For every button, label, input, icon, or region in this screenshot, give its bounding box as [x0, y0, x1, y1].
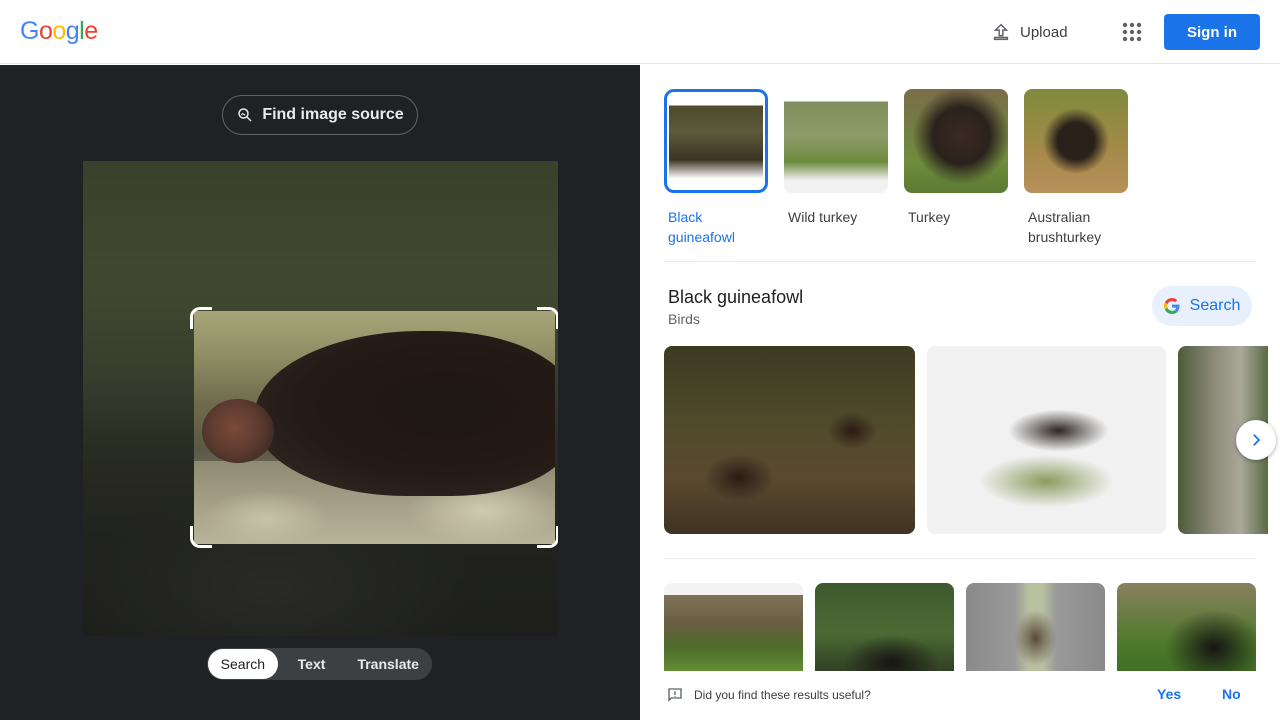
logo-letter: o — [52, 17, 66, 45]
visual-match-4[interactable] — [1117, 583, 1256, 683]
top-bar: Google Upload Sign in — [0, 0, 1280, 64]
chip-image — [904, 89, 1008, 193]
image-search-icon — [238, 108, 252, 122]
chip-thumbnail — [1024, 89, 1128, 193]
crop-handle-top-right[interactable] — [537, 307, 558, 329]
logo-letter: o — [38, 17, 53, 45]
upload-icon — [993, 23, 1009, 41]
chip-turkey[interactable]: Turkey — [904, 89, 1008, 247]
visual-match-1[interactable] — [664, 583, 803, 683]
chip-thumbnail — [904, 89, 1008, 193]
chip-wild-turkey[interactable]: Wild turkey — [784, 89, 888, 247]
find-image-source-label: Find image source — [262, 106, 404, 123]
visual-match-2[interactable] — [815, 583, 954, 683]
visual-match-3[interactable] — [966, 583, 1105, 683]
chip-label: Turkey — [908, 209, 951, 225]
tab-translate[interactable]: Translate — [345, 649, 431, 679]
crop-handle-top-left[interactable] — [190, 307, 212, 329]
google-g-icon — [1163, 298, 1180, 314]
query-image-panel: Find image source Search Text Translate — [0, 65, 640, 720]
chip-thumbnail — [784, 89, 888, 193]
chip-image — [784, 89, 888, 193]
upload-label: Upload — [1020, 23, 1068, 41]
logo-letter: e — [84, 17, 98, 45]
chip-australian-brushturkey[interactable]: Australian brushturkey — [1024, 89, 1128, 247]
query-image[interactable] — [83, 161, 558, 636]
upload-button[interactable]: Upload — [990, 18, 1068, 46]
apps-button[interactable] — [1120, 20, 1144, 44]
divider — [664, 261, 1256, 262]
feedback-yes-button[interactable]: Yes — [1157, 686, 1181, 702]
result-image-1[interactable] — [664, 346, 915, 534]
chip-black-guineafowl[interactable]: Black guineafowl — [664, 89, 768, 247]
logo-letter: G — [20, 17, 39, 45]
chip-image — [669, 94, 763, 188]
crop-selection[interactable] — [194, 311, 555, 544]
find-image-source-button[interactable]: Find image source — [222, 95, 418, 135]
result-image-2[interactable] — [927, 346, 1166, 534]
results-panel: Black guineafowl Wild turkey Turkey Aust… — [640, 65, 1280, 720]
tab-search[interactable]: Search — [208, 649, 278, 679]
chip-thumbnail — [664, 89, 768, 193]
apps-grid-icon — [1122, 22, 1142, 42]
chip-label: Wild turkey — [788, 209, 858, 225]
entity-title: Black guineafowl — [668, 287, 804, 307]
chip-image — [1024, 89, 1128, 193]
feedback-icon — [668, 688, 682, 702]
crop-handle-bottom-left[interactable] — [190, 526, 212, 548]
related-chips: Black guineafowl Wild turkey Turkey Aust… — [664, 89, 1128, 247]
crop-handle-bottom-right[interactable] — [537, 526, 558, 548]
chip-label: Black guineafowl — [668, 209, 735, 245]
entity-search-label: Search — [1189, 297, 1241, 314]
chip-label: Australian brushturkey — [1028, 209, 1102, 245]
feedback-question: Did you find these results useful? — [694, 688, 871, 702]
carousel-next-button[interactable] — [1236, 420, 1276, 460]
logo-letter: g — [65, 17, 80, 45]
chevron-right-icon — [1253, 434, 1261, 446]
google-logo[interactable]: Google — [20, 17, 98, 46]
sign-in-button[interactable]: Sign in — [1164, 14, 1260, 50]
bird-body — [254, 331, 555, 496]
feedback-no-button[interactable]: No — [1222, 686, 1241, 702]
tab-text[interactable]: Text — [278, 649, 346, 679]
entity-subtitle: Birds — [668, 311, 700, 327]
bird-head — [202, 399, 274, 463]
mode-tabs: Search Text Translate — [207, 648, 432, 680]
entity-search-button[interactable]: Search — [1152, 286, 1252, 326]
divider — [664, 558, 1256, 559]
feedback-bar: Did you find these results useful? Yes N… — [640, 671, 1280, 720]
